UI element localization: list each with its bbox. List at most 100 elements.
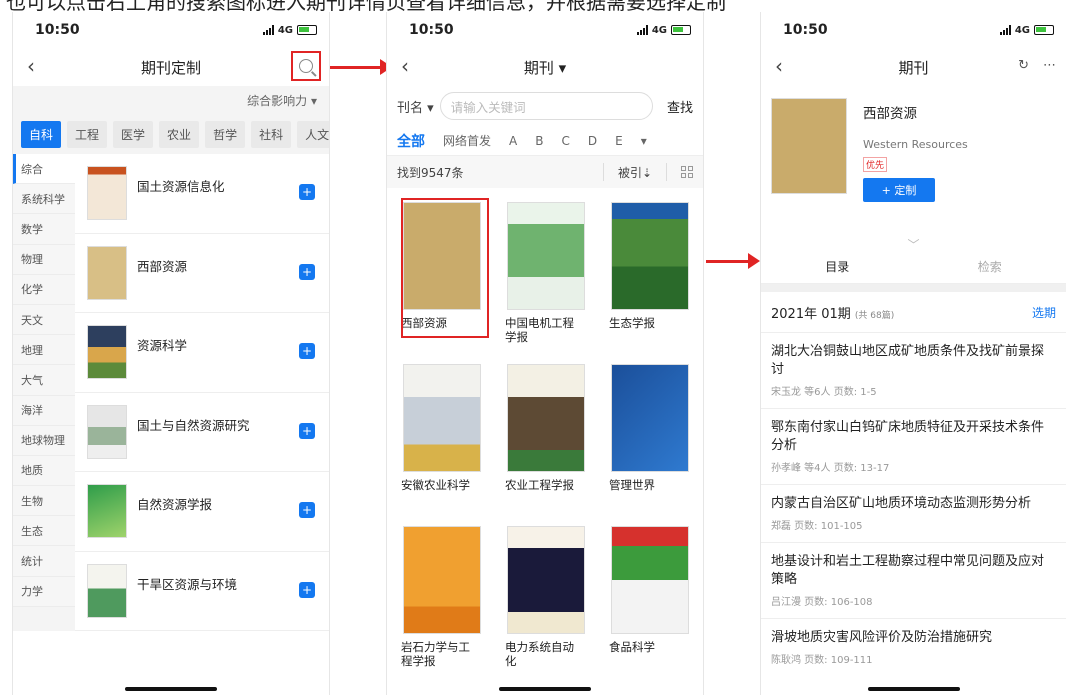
journal-card[interactable]: 农业工程学报 <box>505 360 609 512</box>
journal-card[interactable]: 西部资源 <box>401 198 489 338</box>
subject-tab[interactable]: 社科 <box>251 120 292 148</box>
sort-dropdown[interactable]: 综合影响力 ▾ <box>13 86 329 114</box>
article-item[interactable]: 内蒙古自治区矿山地质环境动态监测形势分析 郑磊 页数: 101-105 <box>761 484 1066 542</box>
add-button[interactable]: + <box>299 502 315 518</box>
filter-tab[interactable]: C <box>561 134 569 148</box>
category-sidebar: 综合 系统科学 数学 物理 化学 天文 地理 大气 海洋 地球物理 地质 生物 … <box>13 154 75 631</box>
add-button[interactable]: + <box>299 422 315 439</box>
add-button[interactable]: + <box>299 263 315 280</box>
search-input[interactable]: 请输入关键词 <box>439 92 653 120</box>
category-item[interactable]: 综合 <box>13 154 75 185</box>
category-item[interactable]: 力学 <box>13 576 75 607</box>
filter-tab[interactable]: 网络首发 <box>443 132 491 149</box>
filter-tab[interactable]: 全部 <box>397 131 425 151</box>
article-item[interactable]: 鄂东南付家山白钨矿床地质特征及开采技术条件分析 孙孝峰 等4人 页数: 13-1… <box>761 408 1066 484</box>
filter-tab[interactable]: D <box>588 134 597 148</box>
journal-name: 生态学报 <box>609 316 655 330</box>
tab-catalog[interactable]: 目录 <box>761 258 914 275</box>
subject-tab[interactable]: 哲学 <box>205 120 246 148</box>
category-item[interactable]: 地理 <box>13 335 75 366</box>
journal-name: 岩石力学与工程学报 <box>401 640 470 668</box>
nav-bar: ‹ 期刊 ▾ <box>387 48 703 86</box>
category-item[interactable]: 数学 <box>13 214 75 245</box>
subject-tab[interactable]: 人文 <box>297 120 329 148</box>
back-icon[interactable]: ‹ <box>27 56 35 76</box>
category-item[interactable]: 统计 <box>13 546 75 577</box>
filter-tab[interactable]: A <box>509 134 517 148</box>
list-item[interactable]: 自然资源学报 + <box>75 472 329 552</box>
category-item[interactable]: 化学 <box>13 274 75 305</box>
search-bar: 刊名 ▾ 请输入关键词 查找 <box>387 86 703 126</box>
article-item[interactable]: 地基设计和岩土工程勘察过程中常见问题及应对策略 吕江漫 页数: 106-108 <box>761 542 1066 618</box>
journal-card[interactable]: 岩石力学与工程学报 <box>401 522 505 674</box>
tab-search[interactable]: 检索 <box>914 258 1066 275</box>
list-item[interactable]: 西部资源 + <box>75 234 329 313</box>
list-item[interactable]: 国土资源信息化 + <box>75 154 329 234</box>
chevron-down-icon[interactable]: ﹀ <box>761 236 1066 252</box>
detail-tabs: 目录 检索 <box>761 250 1066 284</box>
search-field-dropdown[interactable]: 刊名 ▾ <box>397 97 434 116</box>
journal-card[interactable]: 电力系统自动化 <box>505 522 609 674</box>
journal-card[interactable]: 中国电机工程学报 <box>505 198 609 350</box>
subject-tab[interactable]: 农业 <box>159 120 200 148</box>
more-icon[interactable]: ⋯ <box>1043 58 1056 73</box>
filter-tab[interactable]: B <box>535 134 543 148</box>
journal-card[interactable]: 生态学报 <box>609 198 703 350</box>
add-button[interactable]: + <box>299 581 315 598</box>
category-item[interactable]: 地球物理 <box>13 425 75 456</box>
journal-name: 西部资源 <box>401 316 447 330</box>
caption: 也可以点击右上角的搜索图标进入期刊详情页查看详细信息，并根据需要选择定制 <box>6 0 726 12</box>
grid-view-icon[interactable] <box>681 166 693 178</box>
search-button[interactable] <box>291 51 321 81</box>
signal-icon <box>999 25 1011 35</box>
share-icon[interactable]: ↻ <box>1018 58 1029 73</box>
journal-cover <box>87 484 127 538</box>
list-item[interactable]: 资源科学 + <box>75 313 329 393</box>
article-item[interactable]: 滑坡地质灾害风险评价及防治措施研究 陈耿鸿 页数: 109-111 <box>761 618 1066 676</box>
journal-card[interactable]: 食品科学 <box>609 522 703 674</box>
list-item[interactable]: 干旱区资源与环境 + <box>75 552 329 631</box>
search-submit-button[interactable]: 查找 <box>667 97 693 116</box>
arrow-icon <box>706 253 760 269</box>
journal-card[interactable]: 管理世界 <box>609 360 703 512</box>
journal-name: 国土与自然资源研究 <box>137 417 250 433</box>
subject-tab[interactable]: 自科 <box>21 120 62 148</box>
journal-name: 食品科学 <box>609 640 655 654</box>
category-item[interactable]: 物理 <box>13 244 75 275</box>
list-item[interactable]: 国土与自然资源研究 + <box>75 393 329 472</box>
category-item[interactable]: 系统科学 <box>13 184 75 215</box>
article-item[interactable]: 湖北大冶铜鼓山地区成矿地质条件及找矿前景探讨 宋玉龙 等6人 页数: 1-5 <box>761 332 1066 408</box>
journal-name: 农业工程学报 <box>505 478 574 492</box>
journal-card[interactable]: 安徽农业科学 <box>401 360 505 512</box>
filter-expand[interactable]: ▾ <box>641 134 647 148</box>
subject-tab[interactable]: 医学 <box>113 120 154 148</box>
category-item[interactable]: 生态 <box>13 516 75 547</box>
network-label: 4G <box>1014 24 1030 36</box>
category-item[interactable]: 海洋 <box>13 395 75 426</box>
sort-dropdown[interactable]: 被引⇣ <box>618 164 652 181</box>
journal-name: 管理世界 <box>609 478 655 492</box>
result-count: 找到9547条 <box>397 165 464 180</box>
page-title[interactable]: 期刊 ▾ <box>524 57 566 78</box>
status-bar: 10:50 4G <box>13 12 329 48</box>
category-item[interactable]: 天文 <box>13 304 75 336</box>
subscribe-button[interactable]: + 定制 <box>863 178 935 202</box>
journal-cover <box>611 364 689 472</box>
subject-tab[interactable]: 工程 <box>67 120 108 148</box>
status-badge: 优先 <box>863 157 888 172</box>
filter-tab[interactable]: E <box>615 134 623 148</box>
status-bar: 10:50 4G <box>761 12 1066 48</box>
article-title: 湖北大冶铜鼓山地区成矿地质条件及找矿前景探讨 <box>771 344 1045 377</box>
home-indicator <box>499 687 591 691</box>
nav-bar: ‹ 期刊定制 <box>13 48 329 86</box>
back-icon[interactable]: ‹ <box>775 56 783 76</box>
journal-cover <box>611 526 689 634</box>
add-button[interactable]: + <box>299 343 315 359</box>
select-issue-button[interactable]: 选期 <box>1032 304 1056 321</box>
back-icon[interactable]: ‹ <box>401 56 409 76</box>
category-item[interactable]: 大气 <box>13 365 75 396</box>
category-item[interactable]: 生物 <box>13 486 75 517</box>
category-item[interactable]: 地质 <box>13 455 75 487</box>
add-button[interactable]: + <box>299 184 315 200</box>
journal-cover <box>507 364 585 472</box>
